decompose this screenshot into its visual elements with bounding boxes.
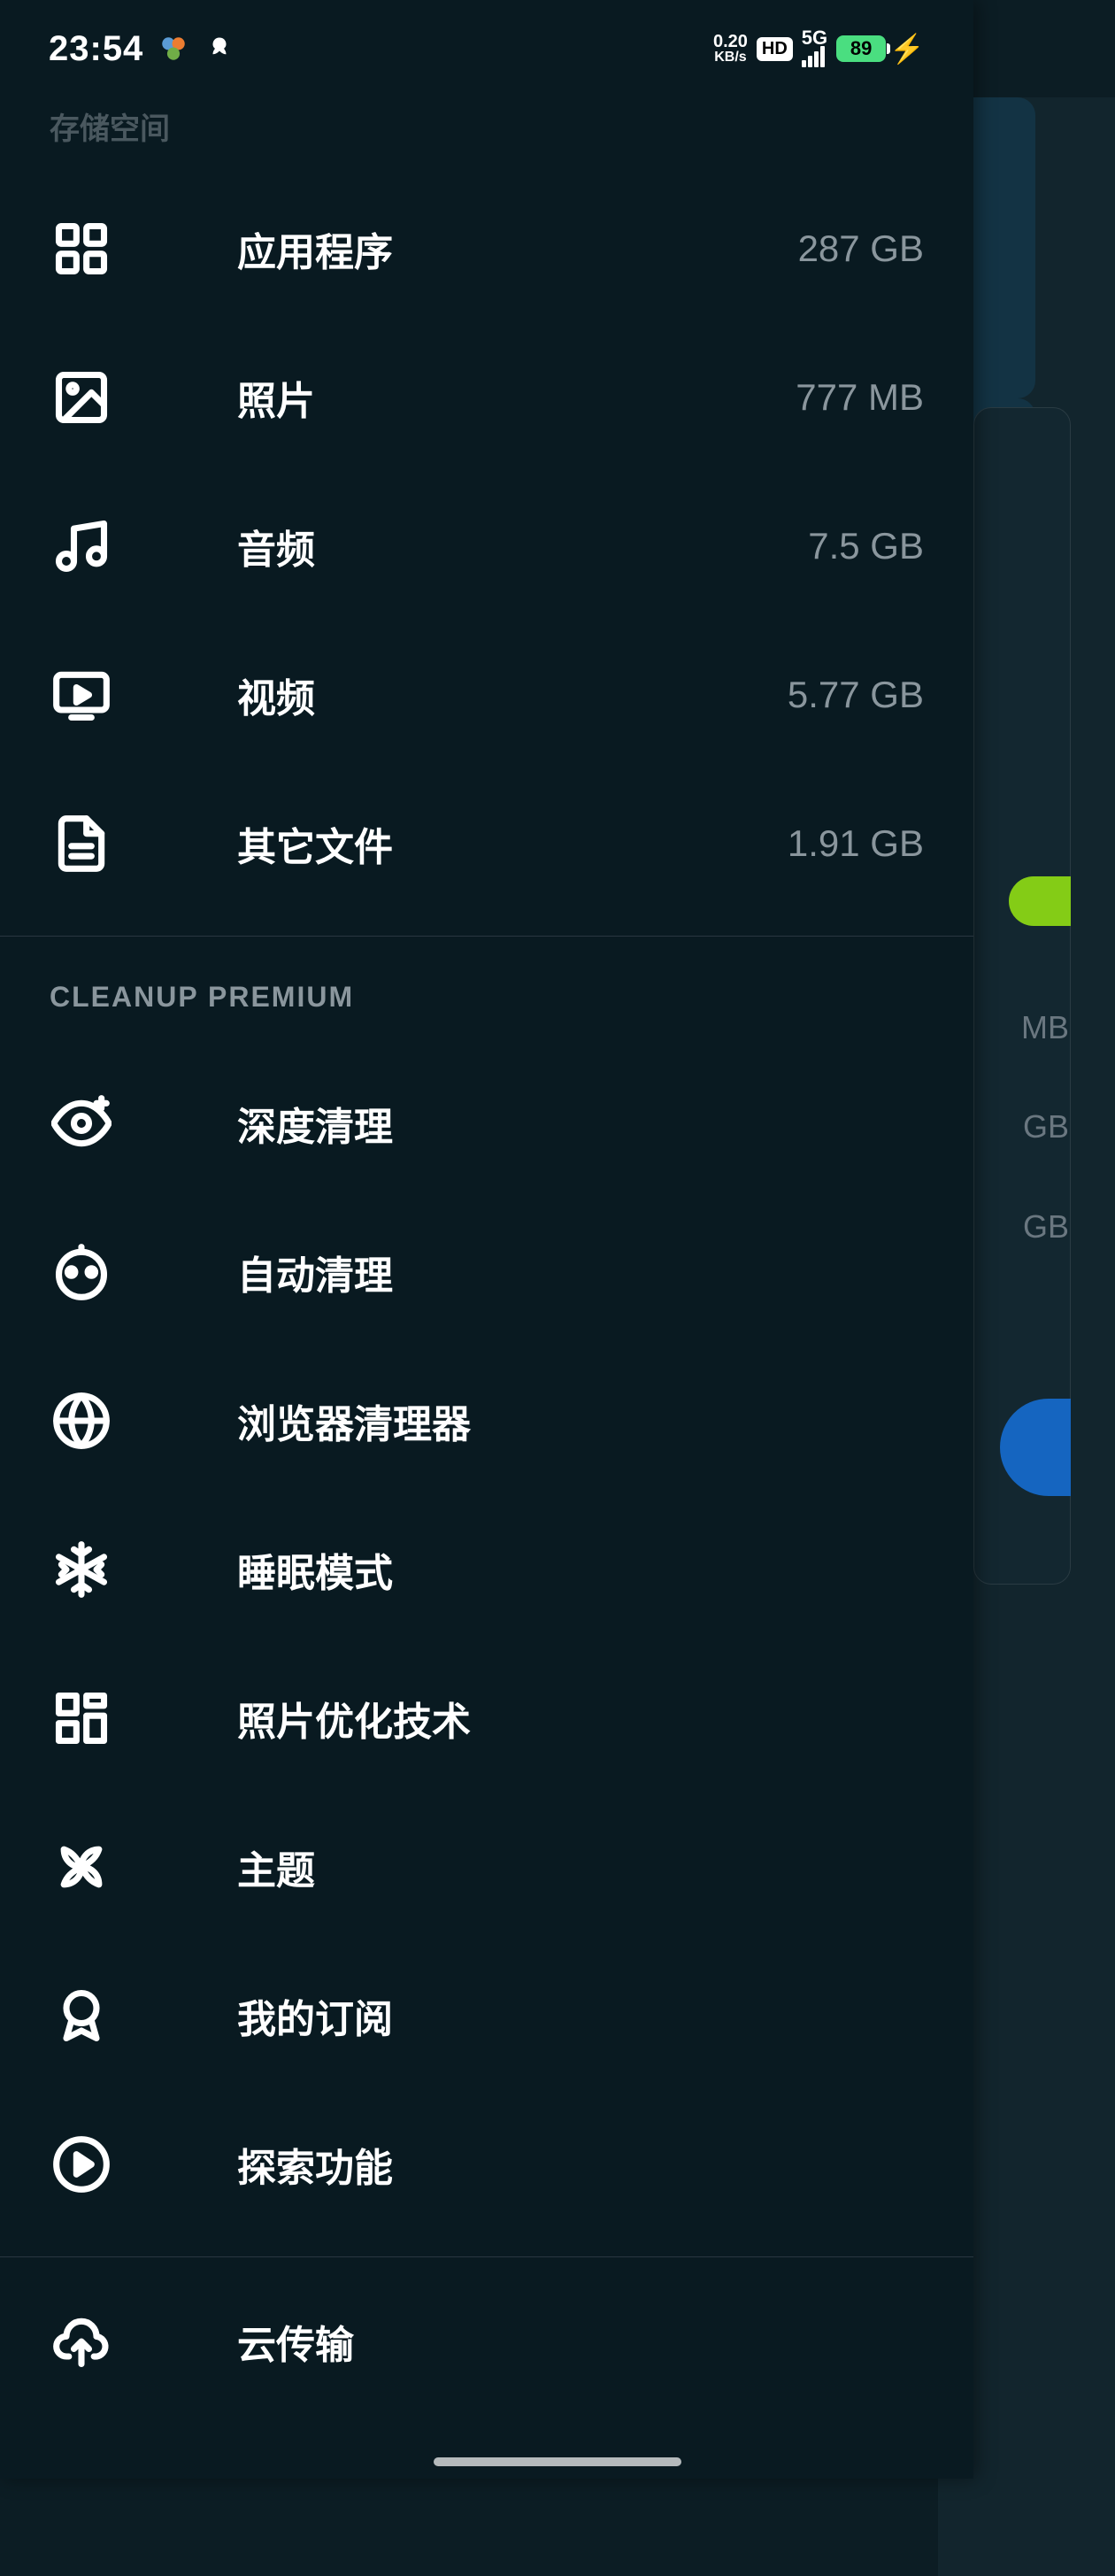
menu-value: 1.91 GB	[788, 822, 924, 865]
menu-item-photos[interactable]: 照片 777 MB	[0, 323, 973, 472]
menu-item-auto-clean[interactable]: 自动清理	[0, 1198, 973, 1346]
menu-item-sleep-mode[interactable]: 睡眠模式	[0, 1495, 973, 1644]
menu-label: 深度清理	[237, 1095, 924, 1152]
menu-item-photo-optimize[interactable]: 照片优化技术	[0, 1644, 973, 1793]
menu-item-deep-clean[interactable]: 深度清理	[0, 1049, 973, 1198]
dashboard-icon	[50, 1686, 113, 1750]
music-icon	[50, 514, 113, 578]
menu-label: 浏览器清理器	[237, 1392, 924, 1449]
menu-label: 其它文件	[237, 815, 788, 872]
snowflake-icon	[50, 1538, 113, 1601]
menu-item-apps[interactable]: 应用程序 287 GB	[0, 174, 973, 323]
network-type: 5G	[802, 30, 827, 67]
badge-icon	[50, 1984, 113, 2048]
play-circle-icon	[50, 2133, 113, 2196]
navigation-drawer: 23:54 0.20 KB/s HD 5G 89 ⚡	[0, 0, 973, 2479]
signal-icon	[802, 46, 827, 67]
menu-label: 视频	[237, 667, 788, 723]
menu-label: 探索功能	[237, 2136, 924, 2193]
status-bar: 23:54 0.20 KB/s HD 5G 89 ⚡	[0, 0, 973, 97]
menu-item-audio[interactable]: 音频 7.5 GB	[0, 472, 973, 621]
bg-text-gb2: GB	[1023, 1208, 1069, 1246]
menu-label: 睡眠模式	[237, 1541, 924, 1598]
home-indicator[interactable]	[434, 2457, 681, 2466]
app-icon-2	[204, 33, 235, 65]
pinwheel-icon	[50, 1835, 113, 1899]
bg-pill	[1009, 876, 1071, 926]
battery-level: 89	[836, 35, 886, 62]
menu-value: 777 MB	[796, 376, 924, 419]
status-time: 23:54	[49, 29, 143, 69]
cloud-upload-icon	[50, 2310, 113, 2373]
menu-label: 云传输	[237, 2313, 924, 2370]
menu-label: 音频	[237, 518, 808, 575]
menu-item-browser-cleaner[interactable]: 浏览器清理器	[0, 1346, 973, 1495]
robot-icon	[50, 1240, 113, 1304]
network-speed: 0.20 KB/s	[713, 33, 748, 65]
menu-item-video[interactable]: 视频 5.77 GB	[0, 621, 973, 769]
divider	[0, 2256, 973, 2257]
menu-item-theme[interactable]: 主题	[0, 1793, 973, 1941]
battery-indicator: 89 ⚡	[836, 32, 925, 66]
drawer-content: 存储空间 应用程序 287 GB 照片 777 MB 音频 7.5 GB	[0, 0, 973, 2408]
charging-icon: ⚡	[889, 32, 925, 66]
status-right: 0.20 KB/s HD 5G 89 ⚡	[713, 30, 925, 67]
status-left: 23:54	[49, 29, 235, 69]
bg-text-gb1: GB	[1023, 1108, 1069, 1145]
menu-label: 主题	[237, 1839, 924, 1895]
menu-label: 照片优化技术	[237, 1690, 924, 1747]
app-icon-1	[158, 33, 189, 65]
apps-icon	[50, 217, 113, 281]
section-header-storage: 存储空间	[0, 97, 973, 174]
globe-icon	[50, 1389, 113, 1453]
hd-indicator: HD	[757, 37, 793, 61]
menu-label: 我的订阅	[237, 1987, 924, 2044]
menu-label: 自动清理	[237, 1244, 924, 1300]
video-icon	[50, 663, 113, 727]
bg-text-mb: MB	[1021, 1009, 1069, 1046]
menu-value: 7.5 GB	[808, 525, 924, 567]
menu-item-cloud-transfer[interactable]: 云传输	[0, 2275, 973, 2408]
menu-item-my-subscription[interactable]: 我的订阅	[0, 1941, 973, 2090]
eye-plus-icon	[50, 1091, 113, 1155]
menu-value: 287 GB	[798, 228, 924, 270]
menu-item-explore[interactable]: 探索功能	[0, 2090, 973, 2239]
menu-label: 照片	[237, 369, 796, 426]
section-header-premium: CLEANUP PREMIUM	[0, 937, 973, 1049]
menu-item-other-files[interactable]: 其它文件 1.91 GB	[0, 769, 973, 918]
menu-label: 应用程序	[237, 220, 798, 277]
image-icon	[50, 366, 113, 429]
file-icon	[50, 812, 113, 875]
menu-value: 5.77 GB	[788, 674, 924, 716]
